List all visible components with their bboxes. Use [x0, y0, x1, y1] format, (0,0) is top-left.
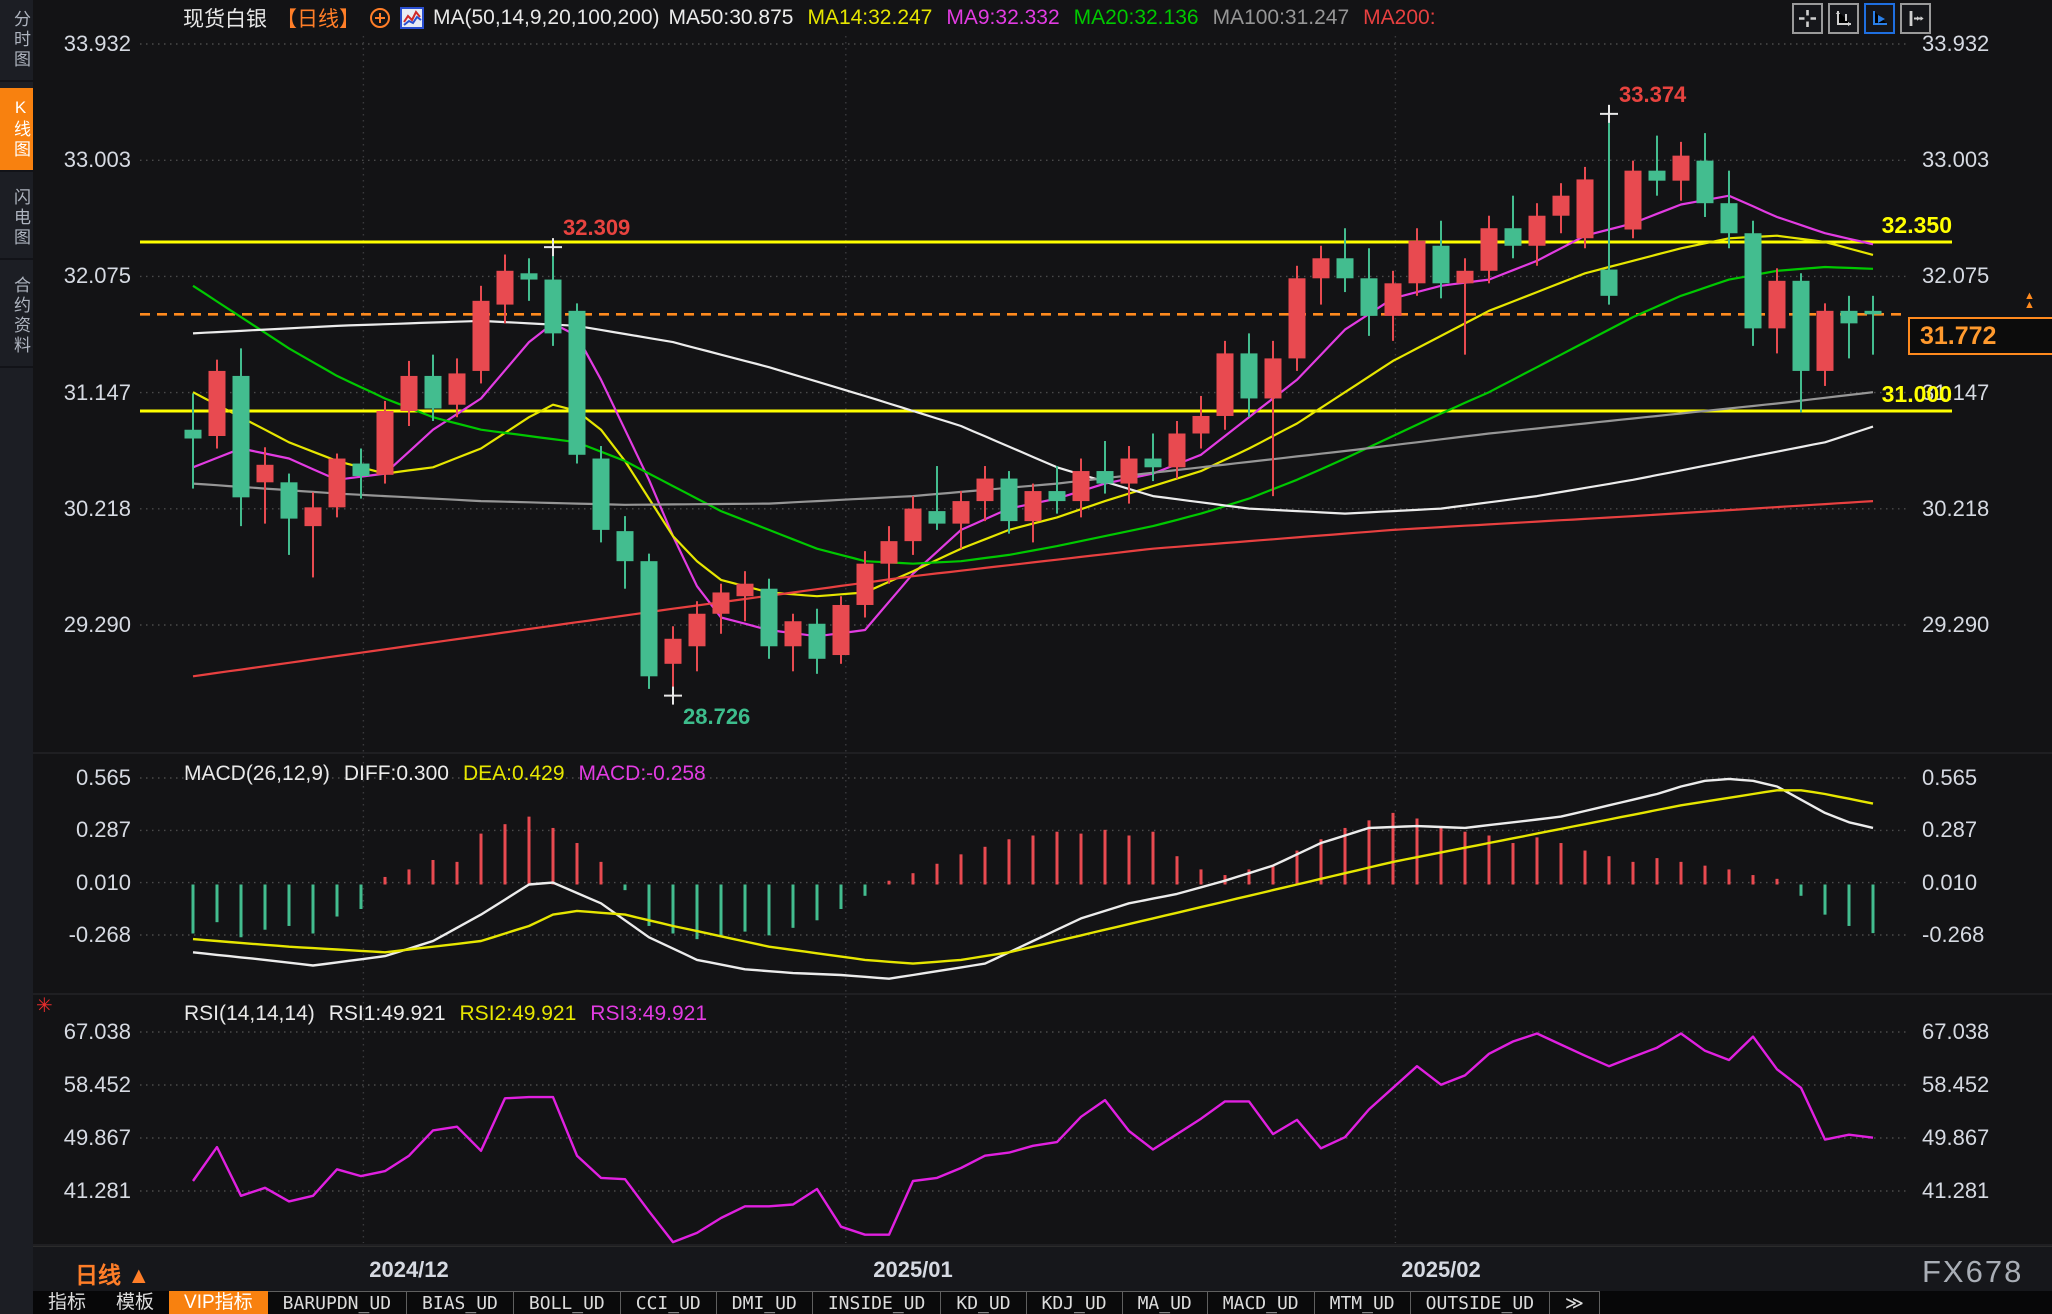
resistance-level-label: 32.350 [1842, 212, 1952, 239]
axis-tick-label: 0.010 [1922, 870, 1977, 896]
rsi-header: RSI(14,14,14) RSI1:49.921 RSI2:49.921 RSI3… [184, 1002, 707, 1026]
indicator-tab-INSIDE_UD[interactable]: INSIDE_UD [813, 1291, 942, 1314]
macd-legend: DIFF:0.300 DEA:0.429 MACD:-0.258 [344, 762, 706, 786]
indicator-tab-BARUPDN_UD[interactable]: BARUPDN_UD [268, 1291, 407, 1314]
watermark: FX678 [1922, 1254, 2023, 1290]
indicator-chart-icon[interactable] [400, 7, 424, 29]
axis-auto-icon[interactable] [1864, 3, 1895, 34]
alert-star-icon[interactable]: ✳ [36, 993, 53, 1018]
axis-tick-label: 33.932 [1922, 31, 1989, 57]
legend-item: MA50:30.875 [669, 6, 794, 30]
axis-tick-label: -0.268 [36, 922, 131, 948]
legend-item: MACD:-0.258 [579, 762, 706, 786]
axis-tick-label: 0.010 [36, 870, 131, 896]
ma-params-title: MA(50,14,9,20,100,200) [433, 6, 660, 30]
indicator-tab-DMI_UD[interactable]: DMI_UD [717, 1291, 813, 1314]
legend-item: MA14:32.247 [807, 6, 932, 30]
sidebar-tab-3[interactable]: 合约资料 [0, 266, 33, 368]
axis-tick-label: 41.281 [36, 1178, 131, 1204]
macd-header: MACD(26,12,9) DIFF:0.300 DEA:0.429 MACD:-0… [184, 762, 706, 786]
x-axis-date-label: 2025/02 [1401, 1257, 1481, 1283]
axis-tick-label: 31.147 [36, 380, 131, 406]
indicator-tab-BOLL_UD[interactable]: BOLL_UD [514, 1291, 621, 1314]
legend-item: DEA:0.429 [463, 762, 565, 786]
indicator-tab-≫[interactable]: ≫ [1550, 1291, 1600, 1314]
indicator-tab-MACD_UD[interactable]: MACD_UD [1208, 1291, 1315, 1314]
axis-tick-label: 0.565 [1922, 765, 1977, 791]
bar-shift-icon[interactable] [1900, 3, 1931, 34]
axis-tick-label: 0.287 [1922, 817, 1977, 843]
axis-tick-label: 33.003 [36, 147, 131, 173]
symbol-title: 现货白银 [183, 3, 267, 33]
indicator-tab-OUTSIDE_UD[interactable]: OUTSIDE_UD [1411, 1291, 1550, 1314]
axis-tick-label: 33.003 [1922, 147, 1989, 173]
x-axis-strip: 日线 ▲ 2024/12 2025/01 2025/02 [33, 1246, 2052, 1292]
indicator-tab-VIP指标[interactable]: VIP指标 [169, 1291, 268, 1314]
x-axis-date-label: 2024/12 [369, 1257, 449, 1283]
axis-tick-label: 32.075 [36, 263, 131, 289]
crosshair-icon[interactable] [1792, 3, 1823, 34]
indicator-tab-MA_UD[interactable]: MA_UD [1123, 1291, 1208, 1314]
last-price-badge: 31.772 [1908, 317, 2052, 355]
chart-header: 现货白银 【日线】 MA(50,14,9,20,100,200) MA50:30… [183, 4, 1436, 32]
indicator-tab-KDJ_UD[interactable]: KDJ_UD [1027, 1291, 1123, 1314]
extreme-price-label: 32.309 [563, 215, 630, 241]
trading-app: 分时图 K线图闪电图合约资料 现货白银 【日线】 MA(50,14,9,20,10… [0, 0, 2052, 1314]
legend-item: MA9:32.332 [946, 6, 1059, 30]
axis-tick-label: 30.218 [36, 496, 131, 522]
legend-item: RSI3:49.921 [590, 1002, 707, 1026]
legend-item: MA20:32.136 [1074, 6, 1199, 30]
last-price-value: 31.772 [1920, 322, 1996, 351]
rsi-legend: RSI1:49.921 RSI2:49.921 RSI3:49.921 [329, 1002, 707, 1026]
extreme-price-label: 28.726 [683, 704, 750, 730]
axis-tick-label: 33.932 [36, 31, 131, 57]
x-axis-date-label: 2025/01 [873, 1257, 953, 1283]
indicator-tabbar: 指标模板VIP指标BARUPDN_UDBIAS_UDBOLL_UDCCI_UDD… [33, 1291, 2052, 1314]
extreme-price-label: 33.374 [1619, 82, 1686, 108]
rsi-title: RSI(14,14,14) [184, 1002, 315, 1026]
indicator-tab-BIAS_UD[interactable]: BIAS_UD [407, 1291, 514, 1314]
indicator-tab-KD_UD[interactable]: KD_UD [941, 1291, 1026, 1314]
sidebar-tab-0[interactable]: 分时图 [0, 0, 33, 82]
chart-canvas[interactable] [0, 0, 2052, 1314]
axis-tick-label: 58.452 [36, 1072, 131, 1098]
sidebar-tab-1[interactable]: K线图 [0, 88, 33, 172]
axis-tick-label: -0.268 [1922, 922, 1984, 948]
axis-tick-label: 0.287 [36, 817, 131, 843]
axis-tick-label: 29.290 [1922, 612, 1989, 638]
period-selector[interactable]: 日线 ▲ [75, 1256, 150, 1290]
sidebar: 分时图 K线图闪电图合约资料 [0, 0, 33, 1314]
axis-tick-label: 49.867 [1922, 1125, 1989, 1151]
triangle-up-icon: ▲ [127, 1262, 150, 1288]
axis-tick-label: 58.452 [1922, 1072, 1989, 1098]
indicator-tab-MTM_UD[interactable]: MTM_UD [1315, 1291, 1411, 1314]
sidebar-tab-2[interactable]: 闪电图 [0, 178, 33, 260]
chart-toolbar [1792, 3, 1931, 34]
period-tag[interactable]: 【日线】 [276, 3, 360, 33]
legend-item: RSI1:49.921 [329, 1002, 446, 1026]
indicator-tab-模板[interactable]: 模板 [101, 1291, 169, 1314]
axis-tick-label: 67.038 [36, 1019, 131, 1045]
axis-tick-label: 41.281 [1922, 1178, 1989, 1204]
axis-scale-icon[interactable] [1828, 3, 1859, 34]
axis-tick-label: 32.075 [1922, 263, 1989, 289]
indicator-tab-CCI_UD[interactable]: CCI_UD [621, 1291, 717, 1314]
axis-tick-label: 67.038 [1922, 1019, 1989, 1045]
axis-tick-label: 29.290 [36, 612, 131, 638]
circle-plus-icon[interactable] [369, 7, 391, 29]
support-level-label: 31.000 [1842, 381, 1952, 408]
legend-item: MA100:31.247 [1213, 6, 1350, 30]
legend-item: RSI2:49.921 [460, 1002, 577, 1026]
axis-tick-label: 49.867 [36, 1125, 131, 1151]
price-up-arrows-icon: ▲▲ [2024, 292, 2035, 310]
indicator-tab-指标[interactable]: 指标 [33, 1291, 101, 1314]
axis-tick-label: 0.565 [36, 765, 131, 791]
axis-tick-label: 30.218 [1922, 496, 1989, 522]
legend-item: DIFF:0.300 [344, 762, 449, 786]
legend-item: MA200: [1363, 6, 1435, 30]
ma-legend: MA50:30.875 MA14:32.247 MA9:32.332 MA20:32.… [669, 6, 1436, 30]
macd-title: MACD(26,12,9) [184, 762, 330, 786]
